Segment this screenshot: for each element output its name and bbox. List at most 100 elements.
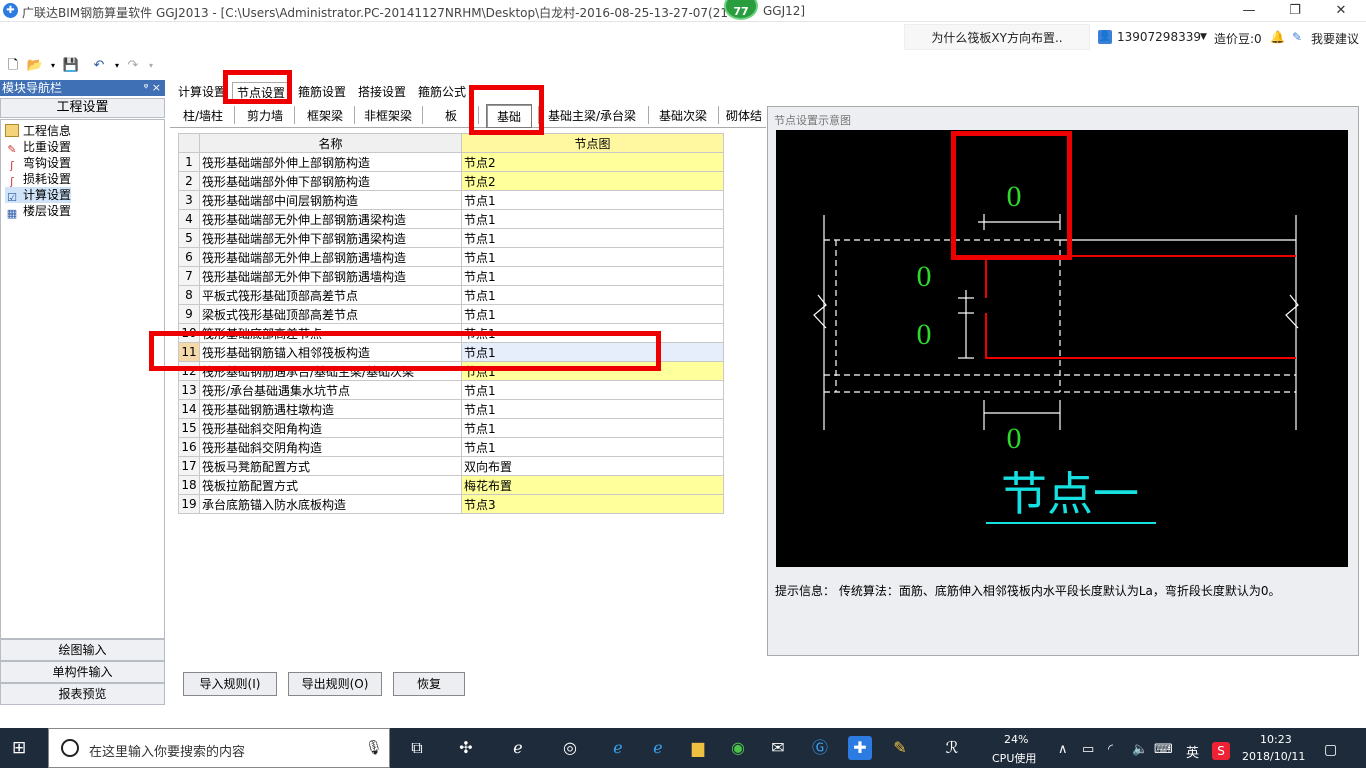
pin-close-icon[interactable]: ᵠ × [144,80,161,96]
row-number[interactable]: 15 [178,418,200,438]
table-row[interactable]: 13 筏形/承台基础遇集水坑节点 节点1 [178,380,724,400]
microphone-icon[interactable]: 🎙 [365,740,383,756]
file-explorer-icon[interactable]: ▆ [686,736,710,760]
row-name-cell[interactable]: 筏板拉筋配置方式 [199,475,462,495]
row-number[interactable]: 6 [178,247,200,267]
open-folder-icon[interactable]: 📂 [26,58,44,74]
mail-icon[interactable]: ✉ [766,736,790,760]
subtab-column[interactable]: 柱/墙柱 [176,104,230,128]
restore-button-bottom[interactable]: 恢复 [393,672,465,696]
row-name-cell[interactable]: 筏形基础端部外伸上部钢筋构造 [199,152,462,172]
360-browser-icon[interactable]: ◉ [726,736,750,760]
internet-explorer-icon[interactable]: ℯ [646,736,670,760]
open-dropdown-icon[interactable]: ▾ [44,58,62,74]
row-name-cell[interactable]: 筏形基础端部无外伸下部钢筋遇墙构造 [199,266,462,286]
row-node-cell[interactable]: 节点1 [461,437,724,457]
column-header-node[interactable]: 节点图 [461,133,724,153]
row-name-cell[interactable]: 筏形基础端部中间层钢筋构造 [199,190,462,210]
row-number[interactable]: 5 [178,228,200,248]
nav-item-floor[interactable]: ▦ 楼层设置 [5,203,71,220]
battery-icon[interactable]: ▭ [1082,742,1094,757]
ime-indicator[interactable]: 英 [1186,742,1199,761]
clock-date[interactable]: 2018/10/11 [1242,750,1305,763]
row-number[interactable]: 13 [178,380,200,400]
row-name-cell[interactable]: 筏板马凳筋配置方式 [199,456,462,476]
nav-item-density[interactable]: ✎ 比重设置 [5,139,71,156]
row-node-cell[interactable]: 节点1 [461,418,724,438]
row-name-cell[interactable]: 筏形基础斜交阴角构造 [199,437,462,457]
row-name-cell[interactable]: 筏形基础端部无外伸下部钢筋遇梁构造 [199,228,462,248]
row-node-cell[interactable]: 节点1 [461,209,724,229]
row-node-cell[interactable]: 梅花布置 [461,475,724,495]
user-phone[interactable]: 13907298339 [1117,30,1201,44]
action-center-icon[interactable]: ▢ [1324,742,1337,758]
table-row[interactable]: 5 筏形基础端部无外伸下部钢筋遇梁构造 节点1 [178,228,724,248]
volume-icon[interactable]: 🔈 [1132,742,1148,757]
notes-icon[interactable]: ✎ [888,736,912,760]
nav-report-preview[interactable]: 报表预览 [0,683,165,705]
table-row[interactable]: 18 筏板拉筋配置方式 梅花布置 [178,475,724,495]
table-row[interactable]: 2 筏形基础端部外伸下部钢筋构造 节点2 [178,171,724,191]
glodon-app-icon[interactable]: ✚ [848,736,872,760]
close-button[interactable]: ✕ [1318,0,1364,22]
taskbar-search[interactable]: 在这里输入你要搜索的内容 🎙 [48,728,390,768]
tab-calc-settings[interactable]: 计算设置 [174,82,230,102]
tab-lap-settings[interactable]: 搭接设置 [354,82,410,102]
table-row[interactable]: 19 承台底筋锚入防水底板构造 节点3 [178,494,724,514]
fan-app-icon[interactable]: ✣ [454,736,478,760]
suggest-link[interactable]: 我要建议 [1311,30,1359,47]
subtab-foundation-secondary-beam[interactable]: 基础次梁 [654,104,712,128]
tray-expand-icon[interactable]: ∧ [1058,742,1068,757]
table-row[interactable]: 8 平板式筏形基础顶部高差节点 节点1 [178,285,724,305]
row-name-cell[interactable]: 筏形基础钢筋遇柱墩构造 [199,399,462,419]
table-row[interactable]: 4 筏形基础端部无外伸上部钢筋遇梁构造 节点1 [178,209,724,229]
row-number[interactable]: 16 [178,437,200,457]
row-number[interactable]: 18 [178,475,200,495]
nav-item-calc-settings[interactable]: ☑ 计算设置 [5,187,72,204]
subtab-masonry[interactable]: 砌体结 [726,104,766,128]
minimize-button[interactable]: — [1226,0,1272,22]
subtab-slab[interactable]: 板 [436,104,466,128]
row-node-cell[interactable]: 双向布置 [461,456,724,476]
chevron-down-icon[interactable]: ▼ [1200,32,1207,42]
row-node-cell[interactable]: 节点1 [461,399,724,419]
row-number[interactable]: 17 [178,456,200,476]
subtab-shear-wall[interactable]: 剪力墙 [242,104,288,128]
wifi-icon[interactable]: ◜ [1108,742,1113,757]
row-number[interactable]: 8 [178,285,200,305]
row-name-cell[interactable]: 筏形/承台基础遇集水坑节点 [199,380,462,400]
row-number[interactable]: 4 [178,209,200,229]
redo-dropdown-icon[interactable]: ▾ [142,58,160,74]
subtab-frame-beam[interactable]: 框架梁 [300,104,350,128]
row-number[interactable]: 3 [178,190,200,210]
nav-item-hook[interactable]: ʃ 弯钩设置 [5,155,71,172]
row-node-cell[interactable]: 节点3 [461,494,724,514]
import-rules-button[interactable]: 导入规则(I) [183,672,277,696]
table-row[interactable]: 16 筏形基础斜交阴角构造 节点1 [178,437,724,457]
row-node-cell[interactable]: 节点1 [461,266,724,286]
clock-time[interactable]: 10:23 [1260,733,1292,746]
browser-swirl-icon[interactable]: ◎ [558,736,582,760]
row-name-cell[interactable]: 梁板式筏形基础顶部高差节点 [199,304,462,324]
save-icon[interactable]: 💾 [62,58,80,74]
glodon-g-icon[interactable]: Ⓖ [808,736,832,760]
bell-icon[interactable]: 🔔 [1270,30,1285,44]
table-row[interactable]: 1 筏形基础端部外伸上部钢筋构造 节点2 [178,152,724,172]
windows-start-icon[interactable]: ⊞ [12,738,32,758]
row-number[interactable]: 14 [178,399,200,419]
row-number[interactable]: 9 [178,304,200,324]
edge-icon[interactable]: ℯ [606,736,630,760]
task-view-icon[interactable]: ⧉ [405,736,429,760]
nav-drawing-input[interactable]: 绘图输入 [0,639,165,661]
nav-section-project-settings[interactable]: 工程设置 [0,98,165,118]
table-row[interactable]: 3 筏形基础端部中间层钢筋构造 节点1 [178,190,724,210]
row-number[interactable]: 1 [178,152,200,172]
row-node-cell[interactable]: 节点1 [461,304,724,324]
tab-stirrup-settings[interactable]: 箍筋设置 [294,82,350,102]
nav-item-project-info[interactable]: 工程信息 [5,123,71,139]
row-node-cell[interactable]: 节点1 [461,380,724,400]
tab-stirrup-formula[interactable]: 箍筋公式 [414,82,470,102]
ie-edge-legacy-icon[interactable]: ℯ [506,736,530,760]
row-node-cell[interactable]: 节点2 [461,152,724,172]
row-name-cell[interactable]: 筏形基础端部无外伸上部钢筋遇梁构造 [199,209,462,229]
